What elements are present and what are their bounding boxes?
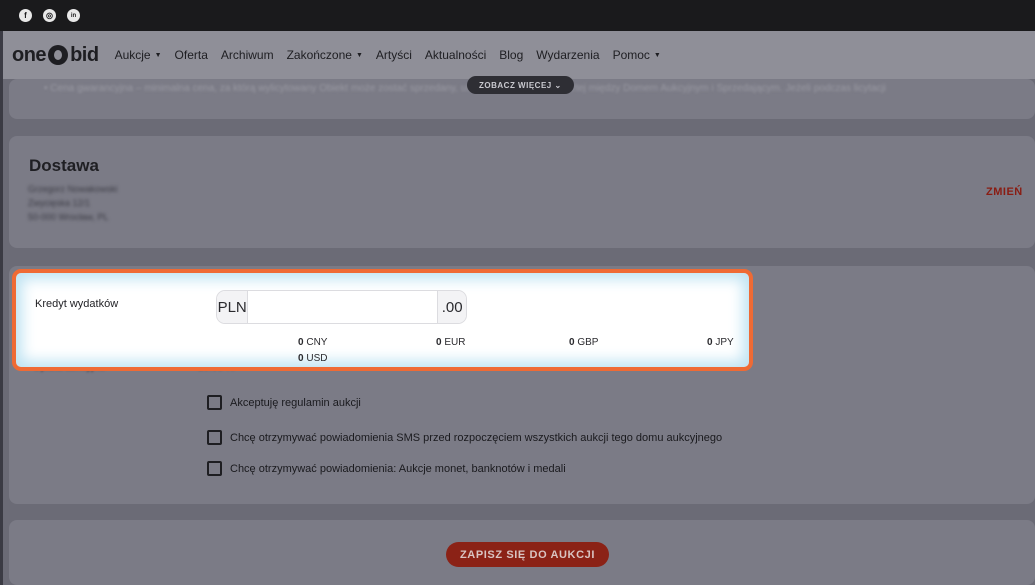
nav-item-label: Aukcje [114,48,151,62]
conversion-code: EUR [444,337,466,348]
social-bar: f ◎ in [0,0,1035,31]
chevron-down-icon: ▼ [355,51,363,59]
conversion-amount: 0 [298,337,304,348]
sms-notify-checkbox[interactable] [207,430,222,445]
checkbox-label: Chcę otrzymywać powiadomienia: Aukcje mo… [230,462,566,475]
terms-text: • Cena gwarancyjna – minimalna cena, za … [44,83,886,94]
nav-item-label: Aktualności [424,48,487,62]
nav-menu: Aukcje ▼ Oferta Archiwum Zakończone ▼ Arty… [115,48,661,62]
nav-item-oferta[interactable]: Oferta [175,48,208,62]
facebook-icon[interactable]: f [19,9,32,22]
nav-item-label: Oferta [174,48,208,62]
decimals-suffix: .00 [437,291,466,323]
nav-item-label: Wydarzenia [536,48,600,62]
conversion-code: CNY [306,337,328,348]
conversion-amount: 0 [707,337,713,348]
nav-item-pomoc[interactable]: Pomoc ▼ [613,48,661,62]
conversion-amount: 0 [298,353,304,364]
nav-item-label: Zakończone [286,48,352,62]
accept-terms-checkbox[interactable] [207,395,222,410]
site-logo[interactable]: one bid [12,44,99,67]
credit-input-group: PLN .00 [216,290,467,324]
nav-item-blog[interactable]: Blog [499,48,523,62]
conversion-cny: 0 CNY [298,337,327,348]
nav-item-aukcje[interactable]: Aukcje ▼ [115,48,162,62]
nav-item-label: Pomoc [612,48,650,62]
credit-label: Kredyt wydatków [35,298,119,310]
checkbox-label: Chcę otrzymywać powiadomienia SMS przed … [230,431,723,444]
change-address-button[interactable]: ZMIEŃ [986,186,1023,198]
conversion-usd: 0 USD [298,353,327,364]
main-navigation: one bid Aukcje ▼ Oferta Archiwum Zakończo… [3,31,1035,79]
page-edge [0,31,3,585]
conversion-amount: 0 [436,337,442,348]
conversion-gbp: 0 GBP [569,337,598,348]
logo-ball-icon [48,45,69,65]
credit-amount-input[interactable] [248,291,438,323]
linkedin-icon[interactable]: in [67,9,80,22]
chevron-down-icon: ▼ [154,51,162,59]
nav-item-aktualnosci[interactable]: Aktualności [425,48,486,62]
conversion-jpy: 0 JPY [707,337,734,348]
checkbox-label: Akceptuję regulamin aukcji [230,396,361,409]
address-line: Grzegorz Nowakowski [28,184,118,194]
nav-item-label: Artyści [375,48,412,62]
conversion-code: GBP [577,337,599,348]
logo-text-one: one [12,43,47,66]
nav-item-label: Blog [499,48,524,62]
delivery-card: Dostawa Grzegorz Nowakowski Zwycięska 12… [9,136,1035,248]
nav-item-archiwum[interactable]: Archiwum [221,48,274,62]
category-notify-checkbox[interactable] [207,461,222,476]
spending-credit-panel: Kredyt wydatków PLN .00 0 CNY 0 EUR 0 GB… [12,269,753,371]
conversion-eur: 0 EUR [436,337,465,348]
chevron-down-icon: ▼ [653,51,661,59]
nav-item-wydarzenia[interactable]: Wydarzenia [536,48,599,62]
sms-notify-row[interactable]: Chcę otrzymywać powiadomienia SMS przed … [207,430,722,445]
conversion-code: JPY [715,337,734,348]
terms-card: • Cena gwarancyjna – minimalna cena, za … [9,76,1035,119]
nav-item-label: Archiwum [220,48,274,62]
accept-terms-row[interactable]: Akceptuję regulamin aukcji [207,395,361,410]
see-more-button[interactable]: ZOBACZ WIĘCEJ ⌄ [467,76,574,94]
address-line: 50-000 Wrocław, PL [28,212,109,222]
category-notify-row[interactable]: Chcę otrzymywać powiadomienia: Aukcje mo… [207,461,566,476]
delivery-title: Dostawa [29,156,99,175]
conversion-amount: 0 [569,337,575,348]
nav-item-artysci[interactable]: Artyści [376,48,412,62]
logo-text-bid: bid [70,43,99,66]
register-auction-button[interactable]: ZAPISZ SIĘ DO AUKCJI [446,542,609,567]
currency-prefix: PLN [217,291,249,323]
conversion-code: USD [306,353,328,364]
nav-item-zakonczone[interactable]: Zakończone ▼ [287,48,363,62]
address-line: Zwycięska 12/1 [28,198,91,208]
instagram-icon[interactable]: ◎ [43,9,56,22]
